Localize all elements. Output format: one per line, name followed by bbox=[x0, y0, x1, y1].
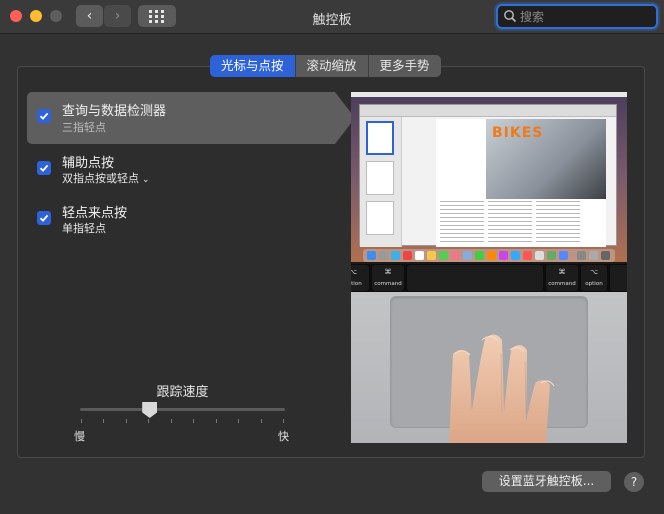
slider-tick bbox=[193, 419, 195, 423]
tab-point-and-click[interactable]: 光标与点按 bbox=[210, 55, 296, 77]
gesture-preview: BIKES ⌥ tion ⌘ command ⌘ command ⌥ optio… bbox=[351, 92, 627, 443]
checkmark-icon bbox=[39, 164, 49, 172]
tracking-speed-label: 跟踪速度 bbox=[156, 385, 209, 400]
tab-scroll-zoom[interactable]: 滚动缩放 bbox=[296, 55, 369, 77]
title-bar: ‹ › 触控板 bbox=[0, 0, 664, 34]
tracking-speed-slider[interactable] bbox=[80, 408, 285, 411]
slider-tick bbox=[103, 419, 105, 423]
slow-label: 慢 bbox=[74, 430, 85, 443]
search-input[interactable] bbox=[520, 8, 650, 26]
hand-icon bbox=[449, 334, 555, 443]
option-subtitle: 双指点按或轻点 bbox=[62, 172, 139, 185]
slider-tick bbox=[260, 419, 262, 423]
secondary-click-checkbox[interactable] bbox=[37, 161, 51, 175]
slider-tick bbox=[283, 419, 284, 423]
option-tap-to-click[interactable]: 轻点来点按 单指轻点 bbox=[27, 198, 335, 250]
search-icon bbox=[504, 10, 517, 23]
checkmark-icon bbox=[39, 112, 49, 120]
option-title: 查询与数据检测器 bbox=[62, 104, 167, 119]
help-button[interactable]: ? bbox=[624, 472, 644, 492]
tab-bar: 光标与点按 滚动缩放 更多手势 bbox=[210, 55, 441, 77]
search-field[interactable] bbox=[496, 4, 658, 29]
option-subtitle: 三指轻点 bbox=[62, 121, 106, 134]
option-secondary-click[interactable]: 辅助点按 双指点按或轻点 ⌄ bbox=[27, 148, 335, 200]
option-subtitle: 单指轻点 bbox=[62, 222, 106, 235]
tap-to-click-checkbox[interactable] bbox=[37, 211, 51, 225]
slider-tick bbox=[81, 419, 82, 423]
tab-more-gestures[interactable]: 更多手势 bbox=[369, 55, 441, 77]
chevron-down-icon: ⌄ bbox=[142, 175, 150, 185]
lookup-checkbox[interactable] bbox=[37, 109, 51, 123]
slider-tick bbox=[238, 419, 240, 423]
option-title: 辅助点按 bbox=[62, 156, 115, 171]
slider-tick bbox=[215, 419, 217, 423]
slider-tick bbox=[148, 419, 150, 423]
option-lookup-data-detectors[interactable]: 查询与数据检测器 三指轻点 bbox=[27, 92, 355, 144]
slider-tick bbox=[125, 419, 127, 423]
setup-bluetooth-trackpad-button[interactable]: 设置蓝牙触控板... bbox=[482, 471, 611, 492]
slider-tick bbox=[170, 419, 172, 423]
secondary-click-dropdown[interactable]: 双指点按或轻点 ⌄ bbox=[62, 170, 150, 186]
fast-label: 快 bbox=[278, 430, 289, 443]
checkmark-icon bbox=[39, 214, 49, 222]
option-title: 轻点来点按 bbox=[62, 206, 128, 221]
